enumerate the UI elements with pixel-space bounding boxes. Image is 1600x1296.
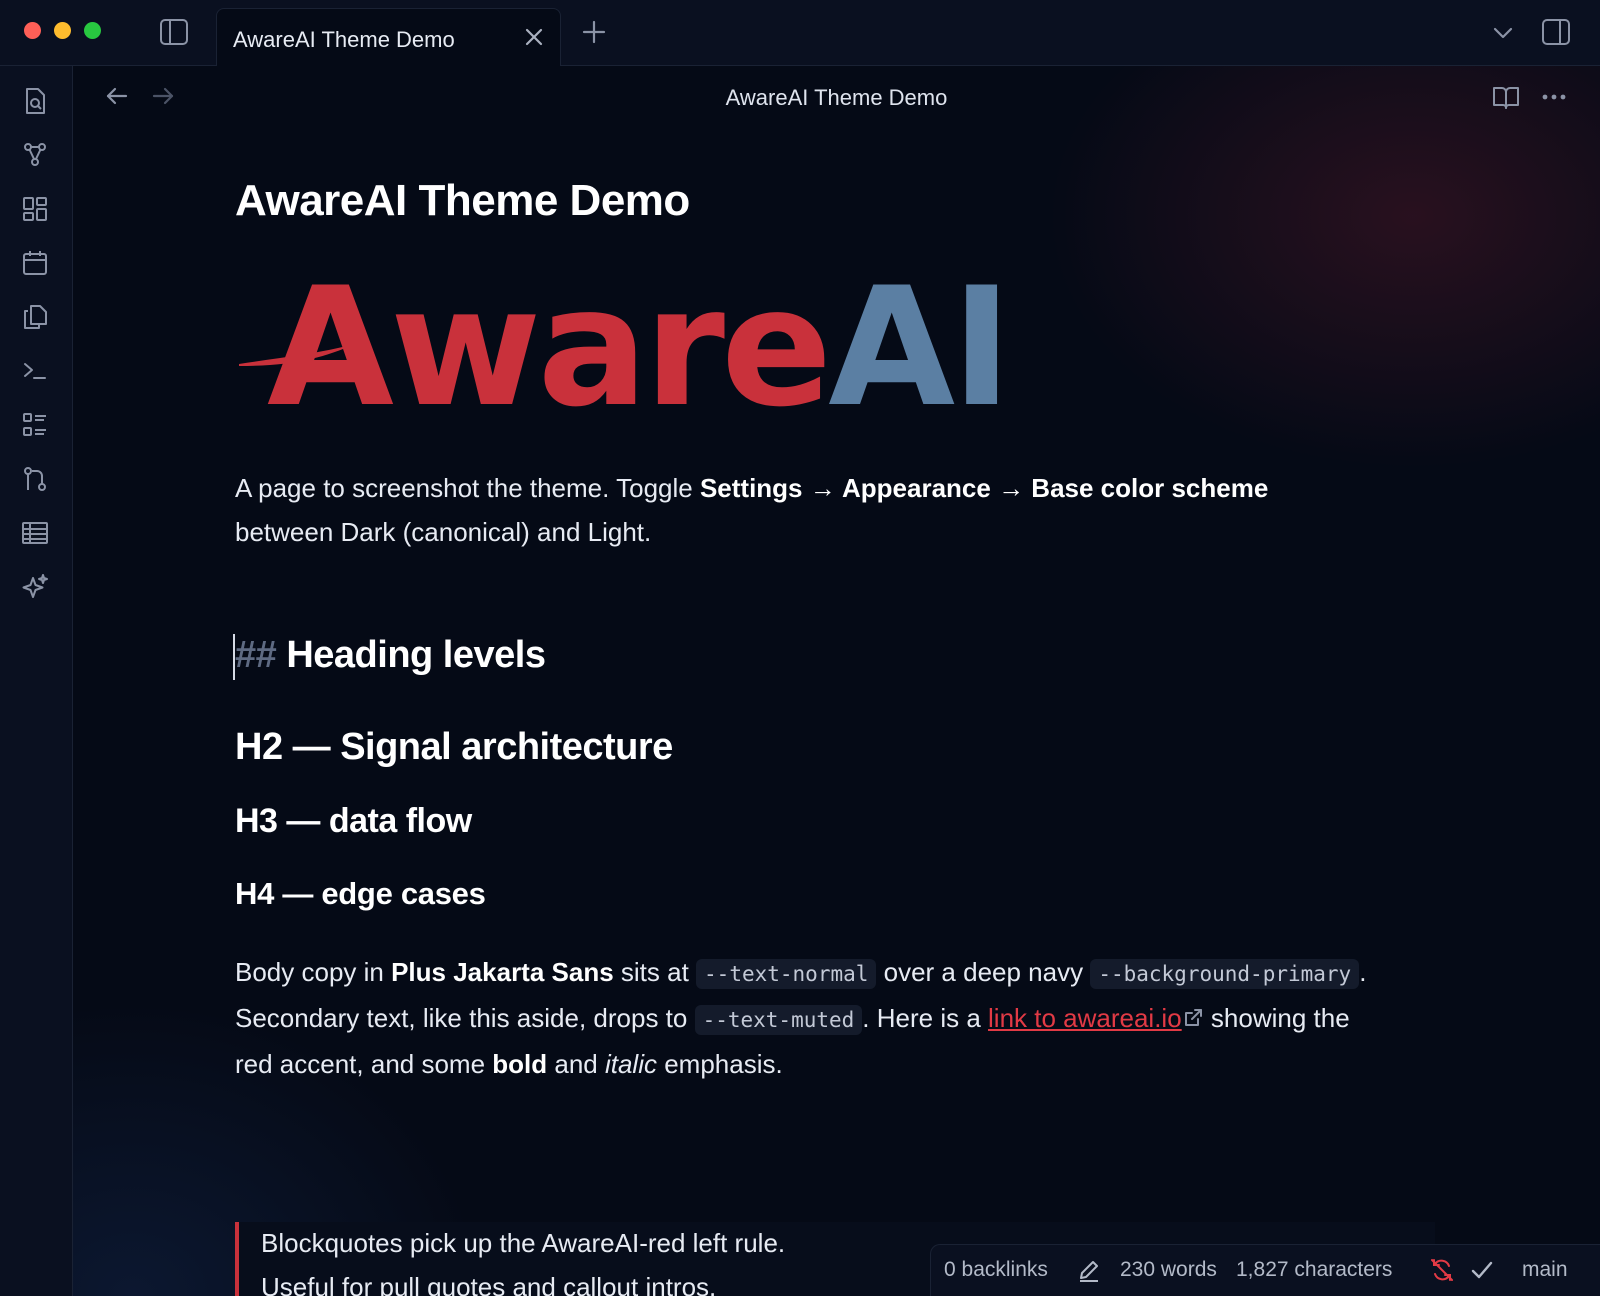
logo-word-aware: Aware	[267, 252, 832, 443]
check-icon[interactable]	[1469, 1257, 1495, 1283]
pencil-edit-icon[interactable]	[1076, 1257, 1102, 1283]
intro-text-2: between Dark (canonical) and Light.	[235, 517, 652, 547]
external-link[interactable]: link to awareai.io	[988, 1003, 1182, 1033]
tab-active[interactable]: AwareAI Theme Demo	[216, 8, 561, 67]
status-bar: 0 backlinks 230 words 1,827 characters m…	[930, 1244, 1600, 1296]
close-window-button[interactable]	[24, 22, 41, 39]
heading-text: Heading levels	[276, 634, 546, 676]
chevron-down-icon[interactable]	[1490, 20, 1516, 46]
close-icon[interactable]	[522, 25, 546, 49]
new-tab-plus-icon[interactable]	[580, 18, 608, 46]
awareai-logo-image: AwareAI	[237, 266, 1012, 436]
zoom-window-button[interactable]	[84, 22, 101, 39]
inline-code-background-primary: --background-primary	[1090, 959, 1360, 989]
view-header-title[interactable]: AwareAI Theme Demo	[73, 85, 1600, 111]
blockquote-line-2: Useful for pull quotes and callout intro…	[261, 1272, 717, 1296]
body-text: emphasis.	[656, 1049, 783, 1079]
body-text: over a deep navy	[876, 957, 1091, 987]
heading-h2[interactable]: H2 — Signal architecture	[235, 726, 673, 769]
app-window: AwareAI Theme Demo AwareAI Theme Demo Aw…	[0, 0, 1600, 1296]
sparkles-ai-icon[interactable]	[20, 572, 50, 602]
external-link-icon	[1182, 998, 1204, 1026]
inline-code-text-muted: --text-muted	[694, 1005, 863, 1035]
canvas-grid-icon[interactable]	[20, 194, 50, 224]
body-text: .	[1359, 957, 1367, 987]
body-text: red accent, and some	[235, 1049, 493, 1079]
heading-h3[interactable]: H3 — data flow	[235, 802, 472, 841]
right-sidebar-toggle-icon[interactable]	[1540, 16, 1572, 48]
table-icon[interactable]	[20, 518, 50, 548]
blockquote-line-1: Blockquotes pick up the AwareAI-red left…	[261, 1228, 786, 1258]
character-count: 1,827 characters	[1236, 1258, 1393, 1281]
more-options-icon[interactable]	[1539, 82, 1569, 112]
search-file-icon[interactable]	[20, 86, 50, 116]
markdown-heading-marker: ##	[235, 634, 277, 676]
body-italic: italic	[604, 1049, 657, 1079]
editor-pane: AwareAI Theme Demo AwareAI Theme Demo Aw…	[73, 66, 1600, 1296]
sync-disabled-icon[interactable]	[1429, 1257, 1455, 1283]
body-bold-font: Plus Jakarta Sans	[391, 957, 614, 987]
inline-code-text-normal: --text-normal	[696, 959, 877, 989]
intro-bold-path: Settings → Appearance → Base color schem…	[699, 473, 1269, 503]
backlinks-count[interactable]: 0 backlinks	[944, 1258, 1048, 1282]
body-text: sits at	[613, 957, 697, 987]
terminal-icon[interactable]	[20, 356, 50, 386]
titlebar: AwareAI Theme Demo	[0, 0, 1600, 67]
minimize-window-button[interactable]	[54, 22, 71, 39]
git-branch-icon[interactable]	[20, 464, 50, 494]
body-text: Body copy in	[235, 957, 392, 987]
git-branch-name[interactable]: main	[1522, 1258, 1568, 1282]
body-text: Secondary text, like this aside, drops t…	[235, 1003, 695, 1033]
calendar-icon[interactable]	[20, 248, 50, 278]
body-text: . Here is a	[862, 1003, 989, 1033]
copy-files-icon[interactable]	[20, 302, 50, 332]
tab-title: AwareAI Theme Demo	[233, 27, 455, 52]
left-ribbon	[0, 66, 73, 1296]
heading-heading-levels[interactable]: ## Heading levels	[235, 634, 546, 677]
word-count: 230 words	[1120, 1258, 1217, 1281]
body-paragraph[interactable]: Body copy in Plus Jakarta Sans sits at -…	[235, 950, 1475, 1086]
body-text: showing the	[1203, 1003, 1350, 1033]
heading-h4[interactable]: H4 — edge cases	[235, 876, 486, 912]
outline-list-icon[interactable]	[20, 410, 50, 440]
body-text: and	[547, 1049, 605, 1079]
graph-view-icon[interactable]	[20, 140, 50, 170]
sidebar-toggle-icon[interactable]	[158, 16, 190, 48]
note-title[interactable]: AwareAI Theme Demo	[235, 176, 690, 226]
intro-text: A page to screenshot the theme. Toggle	[235, 473, 700, 503]
intro-paragraph[interactable]: A page to screenshot the theme. Toggle S…	[235, 466, 1465, 554]
reading-view-book-icon[interactable]	[1491, 82, 1521, 112]
logo-word-ai: AI	[828, 252, 1012, 443]
body-bold: bold	[492, 1049, 548, 1079]
